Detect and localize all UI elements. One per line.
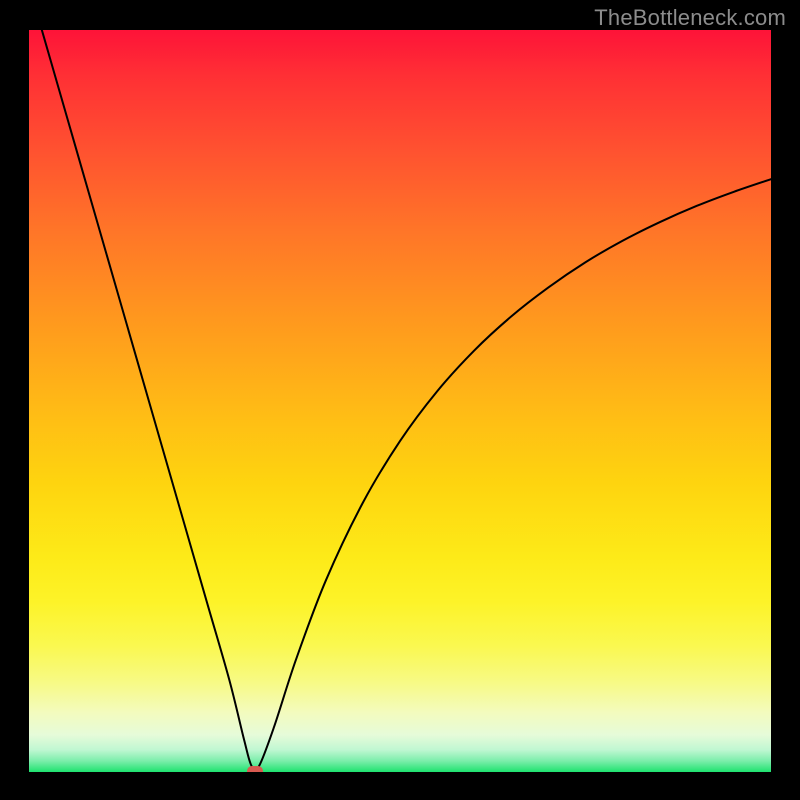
chart-frame: TheBottleneck.com <box>0 0 800 800</box>
bottleneck-curve-path <box>29 30 771 770</box>
plot-area <box>29 30 771 772</box>
minimum-marker <box>247 766 263 772</box>
curve-svg <box>29 30 771 772</box>
attribution-text: TheBottleneck.com <box>594 5 786 31</box>
